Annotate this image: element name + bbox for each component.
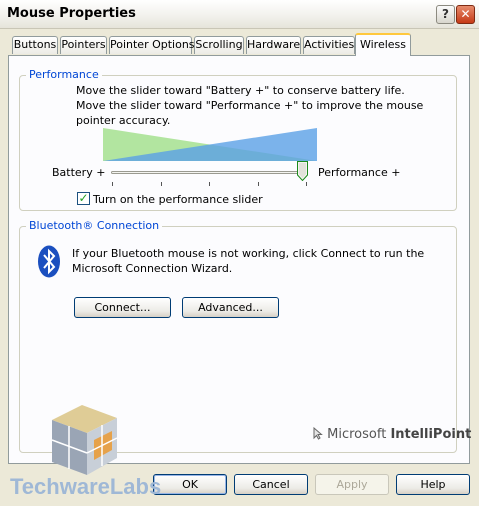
cancel-button[interactable]: Cancel — [234, 474, 308, 495]
intellipoint-name: IntelliPoint — [390, 427, 472, 442]
connect-button[interactable]: Connect... — [74, 297, 171, 318]
performance-slider-checkbox[interactable]: ✓ — [77, 192, 90, 205]
performance-checkbox-label[interactable]: Turn on the performance slider — [93, 192, 263, 207]
advanced-button[interactable]: Advanced... — [182, 297, 279, 318]
ok-button[interactable]: OK — [153, 474, 227, 495]
intellipoint-logo: Microsoft IntelliPoint — [313, 426, 472, 442]
cursor-icon — [313, 426, 323, 440]
performance-description: Move the slider toward "Battery +" to co… — [76, 84, 424, 127]
battery-label: Battery + — [52, 166, 106, 179]
slider-tick — [209, 182, 210, 186]
performance-slider-track[interactable] — [111, 171, 307, 174]
bluetooth-description: If your Bluetooth mouse is not working, … — [72, 247, 425, 275]
performance-slider-thumb[interactable] — [297, 161, 308, 181]
bluetooth-icon — [38, 245, 60, 278]
slider-tick — [112, 182, 113, 186]
slider-tick — [258, 182, 259, 186]
techwarelabs-watermark: TechwareLabs — [10, 474, 162, 499]
slider-tick — [161, 182, 162, 186]
performance-label: Performance + — [318, 166, 401, 179]
intellipoint-prefix: Microsoft — [327, 427, 391, 442]
slider-tick — [306, 182, 307, 186]
techwarelabs-logo-cube — [51, 405, 118, 475]
performance-graph — [103, 128, 317, 161]
apply-button[interactable]: Apply — [315, 474, 389, 495]
help-button[interactable]: Help — [396, 474, 470, 495]
